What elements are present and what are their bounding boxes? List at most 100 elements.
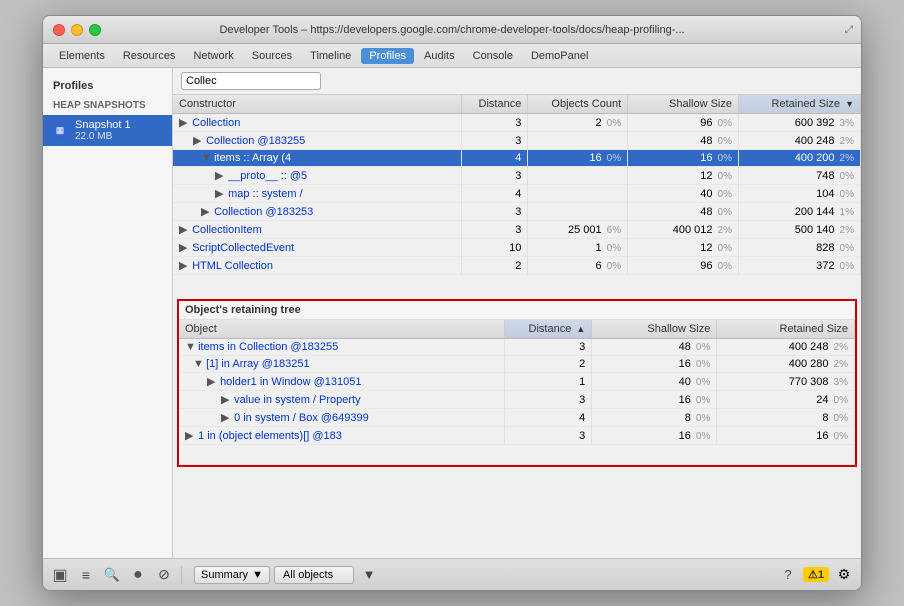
- row-shallow: 48 0%: [628, 203, 739, 221]
- menu-sources[interactable]: Sources: [244, 48, 300, 64]
- row-constructor: ▶ Collection @183255: [173, 132, 461, 150]
- ret-row-shallow: 16 0%: [592, 427, 717, 445]
- row-shallow: 400 012 2%: [628, 221, 739, 239]
- col-header-objects[interactable]: Objects Count: [528, 95, 628, 114]
- ret-row-object: ▶ value in system / Property: [179, 391, 504, 409]
- all-objects-arrow[interactable]: ▼: [358, 565, 380, 585]
- heap-data-table: Constructor Distance Objects Count Shall…: [173, 95, 861, 275]
- ret-row-object: ▶ 1 in (object elements)[] @183: [179, 427, 504, 445]
- warning-count: 1: [818, 569, 824, 581]
- expand-icon[interactable]: ▶: [179, 223, 189, 236]
- minimize-button[interactable]: [71, 24, 83, 36]
- summary-dropdown[interactable]: Summary ▼: [194, 566, 270, 584]
- callstack-icon: ≡: [82, 567, 90, 583]
- row-objects: [528, 167, 628, 185]
- table-row[interactable]: ▶ 1 in (object elements)[] @183 3 16 0% …: [179, 427, 855, 445]
- record2-button[interactable]: ●: [127, 565, 149, 585]
- chevron-down-icon: ▼: [363, 567, 376, 582]
- retaining-table: Object Distance ▲ Shallow Size Retained …: [179, 320, 855, 465]
- warning-icon: ⚠: [808, 569, 818, 581]
- table-row[interactable]: ▶ Collection @183255 3 48 0% 400 248 2%: [173, 132, 861, 150]
- settings-button[interactable]: ⚙: [833, 565, 855, 585]
- retaining-tree-header: Object's retaining tree: [179, 301, 855, 320]
- table-row[interactable]: ▶ __proto__ :: @5 3 12 0% 748 0%: [173, 167, 861, 185]
- menu-network[interactable]: Network: [185, 48, 241, 64]
- window-title: Developer Tools – https://developers.goo…: [219, 24, 684, 36]
- ret-row-object: ▶ 0 in system / Box @649399: [179, 409, 504, 427]
- table-row[interactable]: ▶ map :: system / 4 40 0% 104 0%: [173, 185, 861, 203]
- table-row[interactable]: ▶ Collection @183253 3 48 0% 200 144 1%: [173, 203, 861, 221]
- sidebar-item-snapshot1[interactable]: ▦ Snapshot 1 22.0 MB: [43, 115, 172, 146]
- ret-row-object: ▶ holder1 in Window @131051: [179, 373, 504, 391]
- table-row[interactable]: ▶ Collection 3 2 0% 96 0% 600 392 3%: [173, 114, 861, 132]
- row-constructor: ▶ Collection: [173, 114, 461, 132]
- expand-icon[interactable]: ▶: [193, 134, 203, 147]
- row-distance: 3: [461, 132, 528, 150]
- menu-elements[interactable]: Elements: [51, 48, 113, 64]
- record-button[interactable]: ▣: [49, 565, 71, 585]
- menu-resources[interactable]: Resources: [115, 48, 184, 64]
- ret-row-shallow: 16 0%: [592, 356, 717, 373]
- title-bar: Developer Tools – https://developers.goo…: [43, 16, 861, 44]
- row-objects: 2 0%: [528, 114, 628, 132]
- dropdown-arrow-icon: ▼: [252, 569, 263, 581]
- ret-row-retained: 400 280 2%: [717, 356, 855, 373]
- table-row[interactable]: ▶ 0 in system / Box @649399 4 8 0% 8 0%: [179, 409, 855, 427]
- search-button[interactable]: 🔍: [101, 565, 123, 585]
- table-row[interactable]: ▶ CollectionItem 3 25 001 6% 400 012 2% …: [173, 221, 861, 239]
- callstack-button[interactable]: ≡: [75, 565, 97, 585]
- maximize-button[interactable]: [89, 24, 101, 36]
- expand-icon[interactable]: ▼: [185, 341, 195, 353]
- expand-icon[interactable]: ▶: [221, 411, 231, 424]
- table-row[interactable]: ▶ HTML Collection 2 6 0% 96 0% 372 0%: [173, 257, 861, 275]
- row-distance: 2: [461, 257, 528, 275]
- stop-button[interactable]: ⊘: [153, 565, 175, 585]
- col-header-retained[interactable]: Retained Size ▼: [739, 95, 861, 114]
- menu-demopanel[interactable]: DemoPanel: [523, 48, 596, 64]
- ret-row-retained: 16 0%: [717, 427, 855, 445]
- ret-col-distance[interactable]: Distance ▲: [504, 320, 592, 339]
- filter-input[interactable]: [181, 72, 321, 90]
- table-row[interactable]: ▶ ScriptCollectedEvent 10 1 0% 12 0% 828…: [173, 239, 861, 257]
- gear-icon: ⚙: [838, 566, 851, 583]
- content-area: Constructor Distance Objects Count Shall…: [173, 68, 861, 558]
- row-constructor: ▶ ScriptCollectedEvent: [173, 239, 461, 257]
- row-shallow: 16 0%: [628, 150, 739, 167]
- ret-col-retained[interactable]: Retained Size: [717, 320, 855, 339]
- expand-icon[interactable]: ▶: [201, 205, 211, 218]
- expand-icon[interactable]: ▶: [179, 116, 189, 129]
- col-header-shallow[interactable]: Shallow Size: [628, 95, 739, 114]
- expand-icon[interactable]: ▶: [179, 259, 189, 272]
- all-objects-dropdown[interactable]: All objects: [274, 566, 354, 584]
- expand-icon[interactable]: ▼: [201, 152, 211, 164]
- menu-console[interactable]: Console: [465, 48, 521, 64]
- expand-icon[interactable]: ▶: [215, 169, 225, 182]
- row-constructor: ▶ HTML Collection: [173, 257, 461, 275]
- expand-icon[interactable]: ▶: [215, 187, 225, 200]
- ret-row-shallow: 16 0%: [592, 391, 717, 409]
- col-header-distance[interactable]: Distance: [461, 95, 528, 114]
- table-row[interactable]: ▶ value in system / Property 3 16 0% 24 …: [179, 391, 855, 409]
- snapshot-label: Snapshot 1: [75, 119, 131, 131]
- ret-row-shallow: 48 0%: [592, 339, 717, 356]
- expand-icon[interactable]: ▶: [207, 375, 217, 388]
- expand-icon[interactable]: ▶: [221, 393, 231, 406]
- help-button[interactable]: ?: [777, 565, 799, 585]
- expand-icon[interactable]: ▼: [193, 358, 203, 370]
- table-row[interactable]: ▼ [1] in Array @183251 2 16 0% 400 280 2…: [179, 356, 855, 373]
- row-distance: 3: [461, 167, 528, 185]
- table-row[interactable]: ▼ items in Collection @183255 3 48 0% 40…: [179, 339, 855, 356]
- warning-badge[interactable]: ⚠1: [803, 567, 829, 582]
- separator: [181, 566, 182, 584]
- table-row[interactable]: ▼ items :: Array (4 4 16 0% 16 0% 400 20…: [173, 150, 861, 167]
- expand-icon[interactable]: ▶: [185, 429, 195, 442]
- table-row[interactable]: ▶ holder1 in Window @131051 1 40 0% 770 …: [179, 373, 855, 391]
- menu-profiles[interactable]: Profiles: [361, 48, 414, 64]
- menu-audits[interactable]: Audits: [416, 48, 463, 64]
- ret-col-shallow[interactable]: Shallow Size: [592, 320, 717, 339]
- close-button[interactable]: [53, 24, 65, 36]
- menu-timeline[interactable]: Timeline: [302, 48, 359, 64]
- row-objects: 1 0%: [528, 239, 628, 257]
- expand-icon[interactable]: ▶: [179, 241, 189, 254]
- resize-icon: ⤢: [845, 24, 853, 35]
